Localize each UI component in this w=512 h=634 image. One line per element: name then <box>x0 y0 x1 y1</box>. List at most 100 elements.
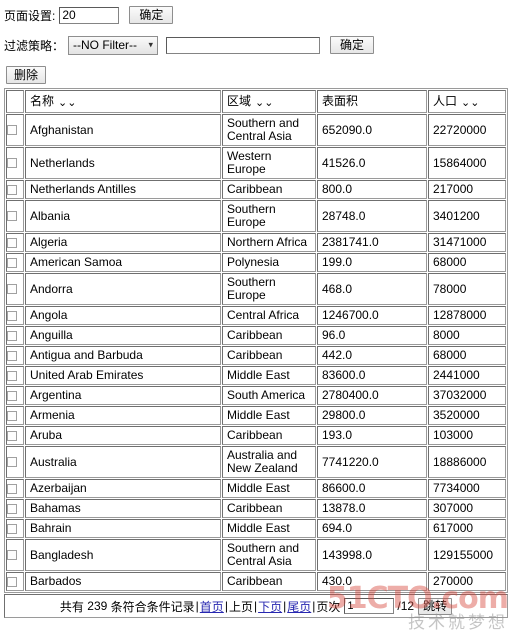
row-checkbox[interactable] <box>7 483 17 494</box>
column-header-population[interactable]: 人口 ⌄⌄ <box>428 90 506 113</box>
row-select-cell[interactable] <box>6 273 24 305</box>
row-select-cell[interactable] <box>6 200 24 232</box>
row-checkbox[interactable] <box>7 457 17 468</box>
cell-name: Antigua and Barbuda <box>25 346 221 365</box>
cell-name: Azerbaijan <box>25 479 221 498</box>
cell-population: 617000 <box>428 519 506 538</box>
total-suffix: 条符合条件记录 <box>110 599 195 614</box>
row-checkbox[interactable] <box>7 158 17 169</box>
row-select-cell[interactable] <box>6 572 24 591</box>
cell-region: Southern and Central Asia <box>222 114 316 146</box>
row-select-cell[interactable] <box>6 366 24 385</box>
delete-button[interactable]: 删除 <box>6 66 47 84</box>
row-select-cell[interactable] <box>6 519 24 538</box>
page-size-submit-button[interactable]: 确定 <box>129 6 174 24</box>
cell-region: Western Europe <box>222 147 316 179</box>
row-checkbox[interactable] <box>7 257 17 268</box>
page-of-total: /12 <box>397 599 415 613</box>
filter-select[interactable]: --NO Filter-- <box>68 35 159 55</box>
table-body: Afghanistan Southern and Central Asia 6520… <box>6 114 506 591</box>
row-select-cell[interactable] <box>6 233 24 252</box>
prev-page-link[interactable]: 上页 <box>229 598 253 615</box>
filter-row: 过滤策略： --NO Filter-- ▾ 确定 <box>4 34 512 56</box>
column-header-label-population: 人口 <box>433 94 458 108</box>
cell-area: 442.0 <box>317 346 427 365</box>
row-checkbox[interactable] <box>7 284 17 295</box>
row-select-cell[interactable] <box>6 479 24 498</box>
row-checkbox[interactable] <box>7 370 17 381</box>
cell-region: South America <box>222 386 316 405</box>
row-select-cell[interactable] <box>6 147 24 179</box>
jump-button[interactable]: 跳转 <box>418 597 453 615</box>
sort-chevron-down-icon[interactable]: ⌄⌄ <box>58 97 76 108</box>
cell-area: 800.0 <box>317 180 427 199</box>
table-row: Azerbaijan Middle East 86600.0 7734000 <box>6 479 506 498</box>
row-checkbox[interactable] <box>7 350 17 361</box>
cell-name: Bahamas <box>25 499 221 518</box>
row-checkbox[interactable] <box>7 184 17 195</box>
row-checkbox[interactable] <box>7 237 17 248</box>
row-select-cell[interactable] <box>6 180 24 199</box>
table-row: Bangladesh Southern and Central Asia 14399… <box>6 539 506 571</box>
row-select-cell[interactable] <box>6 406 24 425</box>
first-page-link[interactable]: 首页 <box>200 598 224 615</box>
cell-population: 78000 <box>428 273 506 305</box>
row-select-cell[interactable] <box>6 253 24 272</box>
row-select-cell[interactable] <box>6 114 24 146</box>
row-checkbox[interactable] <box>7 125 17 136</box>
row-checkbox[interactable] <box>7 503 17 514</box>
cell-region: Southern and Central Asia <box>222 539 316 571</box>
row-checkbox[interactable] <box>7 550 17 561</box>
row-checkbox[interactable] <box>7 390 17 401</box>
row-checkbox[interactable] <box>7 576 17 587</box>
cell-population: 307000 <box>428 499 506 518</box>
cell-name: Algeria <box>25 233 221 252</box>
cell-region: Caribbean <box>222 346 316 365</box>
data-grid: 名称 ⌄⌄ 区域 ⌄⌄ 表面积 人口 ⌄⌄ Afghanistan Southern and … <box>4 88 508 593</box>
cell-region: Polynesia <box>222 253 316 272</box>
filter-label: 过滤策略： <box>4 38 65 53</box>
filter-submit-button[interactable]: 确定 <box>330 36 375 54</box>
cell-region: Central Africa <box>222 306 316 325</box>
cell-name: Argentina <box>25 386 221 405</box>
cell-name: Albania <box>25 200 221 232</box>
table-row: Netherlands Antilles Caribbean 800.0 217000 <box>6 180 506 199</box>
separator-1: | <box>195 599 199 613</box>
column-header-label-name: 名称 <box>30 94 55 108</box>
cell-name: Andorra <box>25 273 221 305</box>
row-select-cell[interactable] <box>6 499 24 518</box>
page-size-input[interactable] <box>59 6 120 24</box>
row-checkbox[interactable] <box>7 330 17 341</box>
row-select-cell[interactable] <box>6 306 24 325</box>
cell-name: Aruba <box>25 426 221 445</box>
row-checkbox[interactable] <box>7 410 17 421</box>
column-header-name[interactable]: 名称 ⌄⌄ <box>25 90 221 113</box>
column-header-region[interactable]: 区域 ⌄⌄ <box>222 90 316 113</box>
table-row: United Arab Emirates Middle East 83600.0 24… <box>6 366 506 385</box>
last-page-link[interactable]: 尾页 <box>287 598 311 615</box>
sort-chevron-down-icon[interactable]: ⌄⌄ <box>461 97 479 108</box>
row-checkbox[interactable] <box>7 211 17 222</box>
separator-2: | <box>224 599 228 613</box>
cell-region: Australia and New Zealand <box>222 446 316 478</box>
filter-select-wrap: --NO Filter-- ▾ <box>68 35 159 55</box>
row-checkbox[interactable] <box>7 310 17 321</box>
row-checkbox[interactable] <box>7 523 17 534</box>
jump-page-input[interactable] <box>344 598 395 614</box>
cell-area: 96.0 <box>317 326 427 345</box>
cell-population: 18886000 <box>428 446 506 478</box>
table-row: Angola Central Africa 1246700.0 12878000 <box>6 306 506 325</box>
next-page-link[interactable]: 下页 <box>258 598 282 615</box>
filter-text-input[interactable] <box>166 36 321 54</box>
row-select-cell[interactable] <box>6 426 24 445</box>
sort-chevron-down-icon[interactable]: ⌄⌄ <box>255 97 273 108</box>
row-select-cell[interactable] <box>6 326 24 345</box>
cell-area: 193.0 <box>317 426 427 445</box>
cell-region: Caribbean <box>222 326 316 345</box>
toolbar: 页面设置: 确定 过滤策略： --NO Filter-- ▾ 确定 <box>0 0 512 56</box>
row-checkbox[interactable] <box>7 430 17 441</box>
row-select-cell[interactable] <box>6 446 24 478</box>
row-select-cell[interactable] <box>6 346 24 365</box>
row-select-cell[interactable] <box>6 539 24 571</box>
row-select-cell[interactable] <box>6 386 24 405</box>
